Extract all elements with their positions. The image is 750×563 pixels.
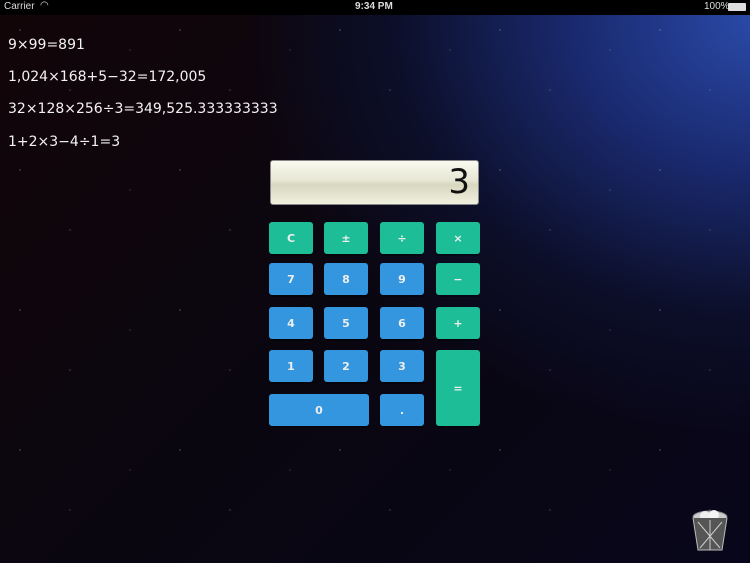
zero-button[interactable]: 0 <box>269 394 369 426</box>
four-button[interactable]: 4 <box>269 307 313 339</box>
sign-button[interactable]: ± <box>324 222 368 254</box>
battery-icon <box>728 3 746 11</box>
five-button[interactable]: 5 <box>324 307 368 339</box>
trash-can-icon[interactable] <box>690 508 730 552</box>
status-bar: Carrier ◠ 9:34 PM 100% <box>0 0 750 15</box>
nine-button[interactable]: 9 <box>380 263 424 295</box>
history-item: 9×99=891 <box>8 37 85 53</box>
battery-label: 100% <box>704 1 730 12</box>
plus-button[interactable]: + <box>436 307 480 339</box>
history-item: 1,024×168+5−32=172,005 <box>8 69 207 85</box>
carrier-label: Carrier <box>4 1 35 12</box>
seven-button[interactable]: 7 <box>269 263 313 295</box>
divide-button[interactable]: ÷ <box>380 222 424 254</box>
multiply-button[interactable]: × <box>436 222 480 254</box>
one-button[interactable]: 1 <box>269 350 313 382</box>
wifi-icon: ◠ <box>40 0 49 11</box>
clear-button[interactable]: C <box>269 222 313 254</box>
two-button[interactable]: 2 <box>324 350 368 382</box>
three-button[interactable]: 3 <box>380 350 424 382</box>
equals-button[interactable]: = <box>436 350 480 426</box>
clock: 9:34 PM <box>355 1 393 12</box>
eight-button[interactable]: 8 <box>324 263 368 295</box>
decimal-button[interactable]: . <box>380 394 424 426</box>
minus-button[interactable]: − <box>436 263 480 295</box>
history-item: 32×128×256÷3=349,525.333333333 <box>8 101 278 117</box>
history-item: 1+2×3−4÷1=3 <box>8 134 121 150</box>
calculator-display: 3 <box>270 160 479 205</box>
six-button[interactable]: 6 <box>380 307 424 339</box>
